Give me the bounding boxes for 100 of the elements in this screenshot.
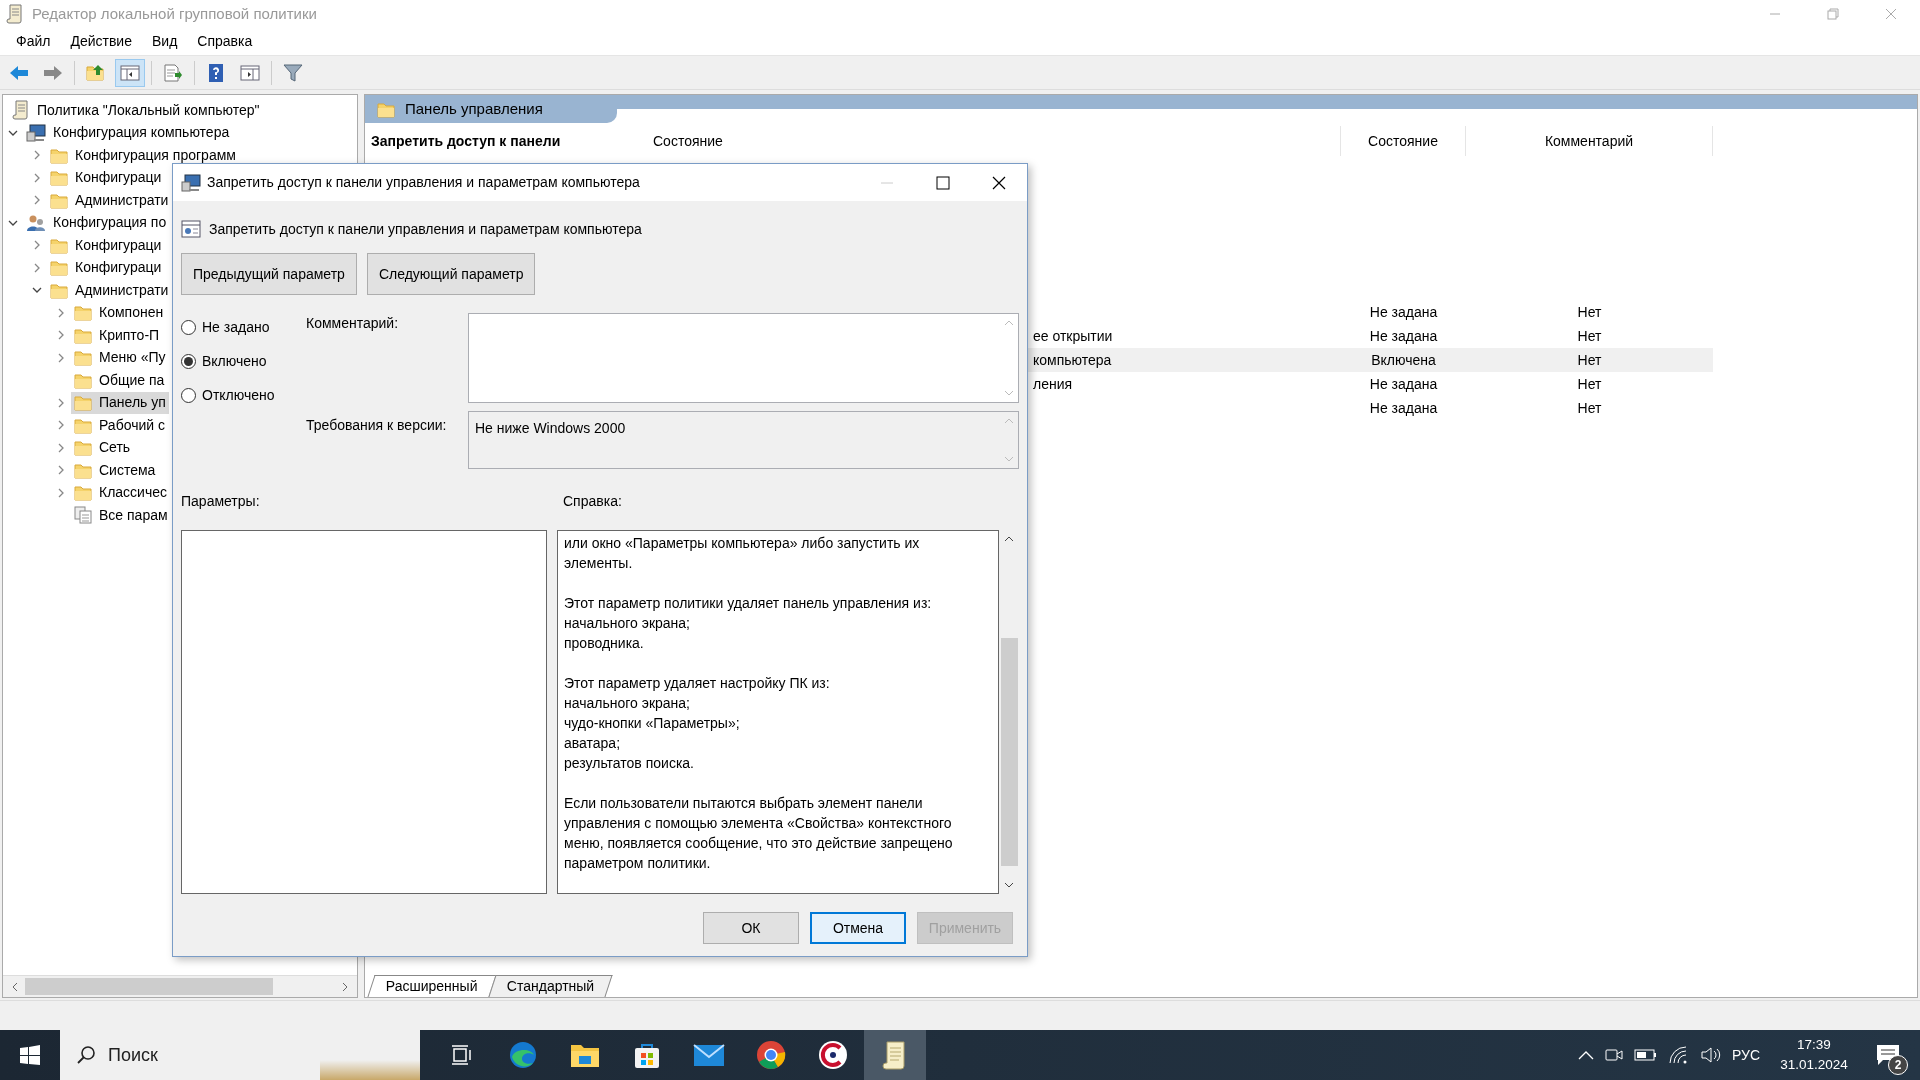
expand-chevron-icon[interactable] <box>32 150 42 161</box>
close-icon[interactable] <box>992 175 1006 190</box>
tree-item[interactable]: Конфигурация по <box>23 211 170 234</box>
tree-item[interactable]: Меню «Пу <box>71 346 169 369</box>
action-pane-icon <box>240 64 260 81</box>
export-list-icon <box>163 63 183 82</box>
tree-item[interactable]: Конфигурация программ <box>47 144 239 167</box>
scroll-right-icon[interactable] <box>341 981 349 992</box>
task-view-icon[interactable] <box>449 1044 473 1066</box>
expand-chevron-icon[interactable] <box>32 262 42 273</box>
tree-item[interactable]: Конфигурация компьютера <box>23 121 233 144</box>
tree-item[interactable]: Конфигураци <box>47 166 165 189</box>
tree-item[interactable]: Политика "Локальный компьютер" <box>9 99 263 122</box>
tree-item[interactable]: Конфигураци <box>47 256 165 279</box>
window-title: Редактор локальной групповой политики <box>32 3 317 24</box>
view-tab[interactable]: Расширенный <box>367 975 497 997</box>
expand-chevron-icon[interactable] <box>32 195 42 206</box>
folder-icon <box>74 394 92 412</box>
scroll-down-icon[interactable] <box>1004 882 1014 888</box>
expand-chevron-icon[interactable] <box>56 487 66 498</box>
scroll-up-icon[interactable] <box>1004 536 1014 542</box>
expand-chevron-icon[interactable] <box>32 172 42 183</box>
table-cell: Нет <box>1577 351 1602 368</box>
radio-option[interactable]: Включено <box>181 351 306 372</box>
toolbar-button[interactable] <box>115 58 145 87</box>
tree-item[interactable]: Сеть <box>71 436 134 459</box>
expand-chevron-icon[interactable] <box>56 307 66 318</box>
scroll-icon[interactable] <box>882 1040 908 1070</box>
expand-chevron-icon[interactable] <box>56 330 66 341</box>
search-field[interactable]: Поиск <box>60 1030 420 1080</box>
table-cell: Не задана <box>1369 303 1438 320</box>
section-label: Справка: <box>563 492 622 511</box>
help-icon <box>208 62 224 83</box>
expand-chevron-icon[interactable] <box>32 240 42 251</box>
folder-icon[interactable] <box>570 1042 600 1068</box>
tree-item[interactable]: Все парам <box>71 504 171 527</box>
forward-arrow-icon <box>43 64 63 81</box>
letter-c-icon[interactable] <box>818 1040 848 1070</box>
column-header[interactable]: Комментарий <box>1466 126 1713 156</box>
envelope-icon[interactable] <box>693 1043 725 1067</box>
nav-button[interactable]: Следующий параметр <box>366 253 536 295</box>
folder-icon <box>377 100 395 118</box>
table-cell: Не задана <box>1369 327 1438 344</box>
tree-item[interactable]: Администрати <box>47 279 172 302</box>
menu-item[interactable]: Действие <box>60 31 142 52</box>
nav-button[interactable]: Предыдущий параметр <box>181 253 357 295</box>
camera-icon[interactable] <box>1603 1046 1624 1064</box>
dialog-button[interactable]: ОК <box>703 912 799 944</box>
radio-option[interactable]: Отключено <box>181 385 306 406</box>
column-header[interactable]: Состояние <box>1341 126 1466 156</box>
tree-pane-icon <box>120 64 140 81</box>
tree-item[interactable]: Классичес <box>71 481 170 504</box>
table-cell: ления <box>1033 375 1073 392</box>
view-tab[interactable]: Стандартный <box>488 975 613 997</box>
folder-icon <box>74 416 92 434</box>
expand-chevron-icon[interactable] <box>56 442 66 453</box>
tree-item[interactable]: Панель уп <box>71 391 169 414</box>
chevron-up-icon[interactable] <box>1577 1050 1594 1060</box>
field-label: Требования к версии: <box>306 417 447 433</box>
pane-title: Панель управления <box>405 98 543 119</box>
chrome-circle-icon[interactable] <box>756 1040 786 1070</box>
maximize-icon[interactable] <box>936 175 950 190</box>
expand-chevron-icon[interactable] <box>56 465 66 476</box>
tree-item[interactable]: Компонен <box>71 301 167 324</box>
menu-item[interactable]: Справка <box>187 31 263 52</box>
column-header[interactable]: Состояние <box>633 126 1341 156</box>
battery-icon[interactable] <box>1633 1048 1658 1062</box>
tree-item[interactable]: Конфигураци <box>47 234 165 257</box>
users-icon <box>26 213 46 232</box>
scrollbar-thumb[interactable] <box>1000 638 1018 866</box>
folder-icon <box>74 371 92 389</box>
folder-icon <box>50 146 68 164</box>
wave-circle-icon[interactable] <box>508 1040 538 1070</box>
clock[interactable]: 17:39 31.01.2024 <box>1770 1035 1858 1075</box>
table-cell: компьютера <box>1033 351 1112 368</box>
scroll-left-icon[interactable] <box>11 981 19 992</box>
tree-item[interactable]: Общие па <box>71 369 168 392</box>
expand-chevron-icon[interactable] <box>56 397 66 408</box>
filter-icon <box>283 63 303 82</box>
notification-count: 2 <box>1888 1055 1908 1075</box>
restore-icon[interactable] <box>1827 8 1839 20</box>
tree-item[interactable]: Система <box>71 459 159 482</box>
menu-item[interactable]: Вид <box>141 31 188 52</box>
speaker-icon[interactable] <box>1699 1046 1722 1064</box>
tree-item[interactable]: Администрати <box>47 189 172 212</box>
dialog-button[interactable]: Отмена <box>810 912 906 944</box>
scrollbar-thumb[interactable] <box>25 978 273 995</box>
language-indicator[interactable]: РУС <box>1731 1044 1760 1066</box>
folder-icon <box>50 236 68 254</box>
tree-item[interactable]: Рабочий с <box>71 414 168 437</box>
windows-logo-icon[interactable] <box>20 1045 40 1065</box>
radio-option[interactable]: Не задано <box>181 317 306 338</box>
scroll-icon <box>6 4 24 24</box>
tree-item[interactable]: Крипто-П <box>71 324 163 347</box>
expand-chevron-icon[interactable] <box>56 420 66 431</box>
table-cell: Включена <box>1371 351 1436 368</box>
menu-item[interactable]: Файл <box>6 31 61 52</box>
expand-chevron-icon[interactable] <box>56 352 66 363</box>
shopping-bag-icon[interactable] <box>633 1041 661 1069</box>
folder-icon <box>50 259 68 277</box>
